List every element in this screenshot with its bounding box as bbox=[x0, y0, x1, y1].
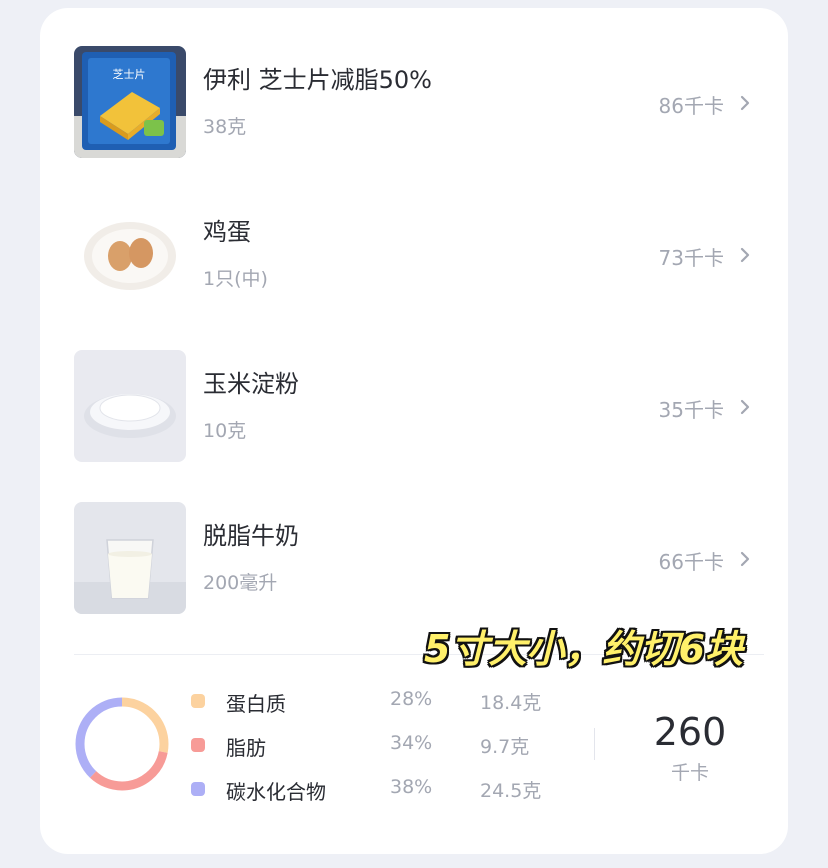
food-item-milk[interactable]: 脱脂牛奶 200毫升 66千卡 bbox=[74, 502, 764, 614]
food-thumbnail-egg bbox=[74, 198, 186, 310]
macro-grams: 9.7克 bbox=[480, 736, 530, 758]
legend-dot bbox=[191, 694, 205, 708]
macro-percent: 34% bbox=[390, 732, 433, 754]
food-name: 鸡蛋 bbox=[203, 218, 251, 246]
macro-name: 碳水化合物 bbox=[226, 780, 326, 804]
macro-row-carbs: 碳水化合物 38% 24.5克 bbox=[188, 776, 608, 806]
meal-card: 芝士片 伊利 芝士片减脂50% 38克 86千卡 鸡蛋 1只(中) 73千卡 玉… bbox=[40, 8, 788, 854]
macro-name: 蛋白质 bbox=[226, 692, 286, 716]
food-name: 伊利 芝士片减脂50% bbox=[203, 66, 432, 94]
legend-dot bbox=[191, 782, 205, 796]
food-calories: 73千卡 bbox=[658, 246, 724, 270]
food-name: 脱脂牛奶 bbox=[203, 522, 299, 550]
food-calories: 35千卡 bbox=[658, 398, 724, 422]
food-name: 玉米淀粉 bbox=[203, 370, 299, 398]
food-amount: 38克 bbox=[203, 116, 247, 138]
chevron-right-icon bbox=[740, 399, 750, 415]
total-calories-unit: 千卡 bbox=[670, 762, 709, 784]
food-item-cornstarch[interactable]: 玉米淀粉 10克 35千卡 bbox=[74, 350, 764, 462]
food-calories: 86千卡 bbox=[658, 94, 724, 118]
macro-percent: 38% bbox=[390, 776, 433, 798]
macro-row-fat: 脂肪 34% 9.7克 bbox=[188, 732, 608, 762]
svg-text:芝士片: 芝士片 bbox=[113, 68, 146, 81]
macro-donut-chart bbox=[75, 697, 169, 791]
chevron-right-icon bbox=[740, 95, 750, 111]
food-amount: 1只(中) bbox=[203, 268, 268, 290]
food-thumbnail-cheese: 芝士片 bbox=[74, 46, 186, 158]
caption-overlay: 5寸大小，约切6块 bbox=[424, 627, 743, 671]
food-thumbnail-cornstarch bbox=[74, 350, 186, 462]
macro-grams: 24.5克 bbox=[480, 780, 542, 802]
chevron-right-icon bbox=[740, 247, 750, 263]
legend-dot bbox=[191, 738, 205, 752]
macro-row-protein: 蛋白质 28% 18.4克 bbox=[188, 688, 608, 718]
vertical-divider bbox=[594, 728, 595, 760]
macro-grams: 18.4克 bbox=[480, 692, 542, 714]
food-thumbnail-milk bbox=[74, 502, 186, 614]
macro-percent: 28% bbox=[390, 688, 433, 710]
food-item-cheese[interactable]: 芝士片 伊利 芝士片减脂50% 38克 86千卡 bbox=[74, 46, 764, 158]
food-item-egg[interactable]: 鸡蛋 1只(中) 73千卡 bbox=[74, 198, 764, 310]
macro-name: 脂肪 bbox=[226, 736, 266, 760]
food-calories: 66千卡 bbox=[658, 550, 724, 574]
total-calories: 260 bbox=[653, 710, 727, 754]
food-amount: 10克 bbox=[203, 420, 247, 442]
food-amount: 200毫升 bbox=[203, 572, 278, 594]
chevron-right-icon bbox=[740, 551, 750, 567]
